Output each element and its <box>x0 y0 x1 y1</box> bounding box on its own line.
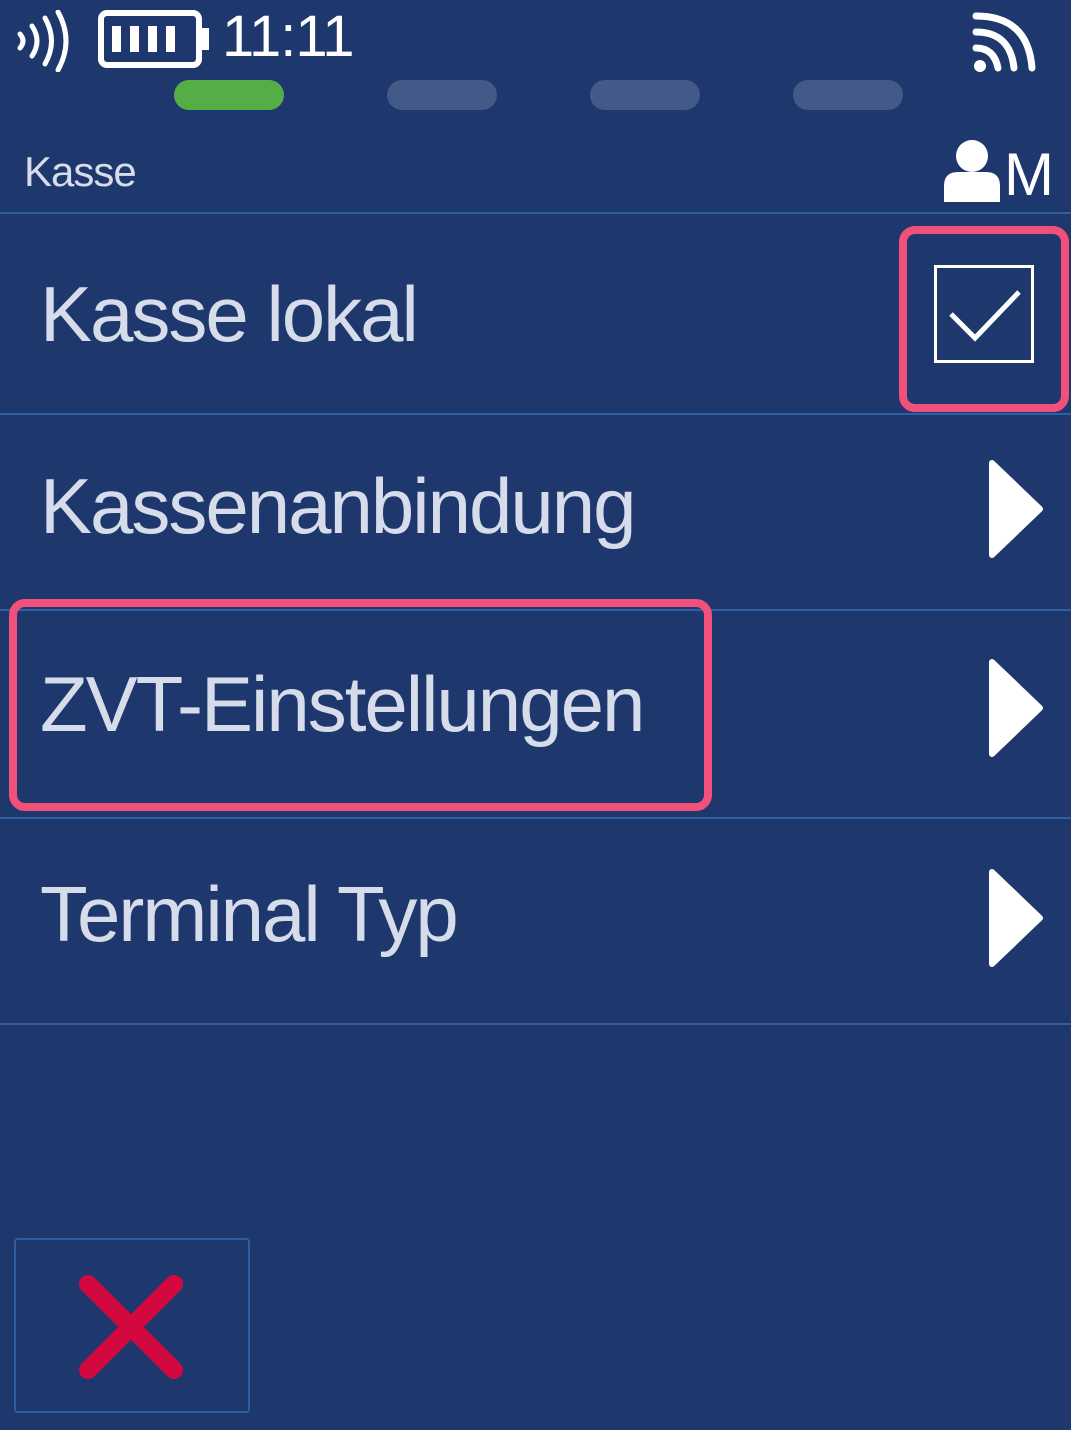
chevron-right-icon <box>989 869 1043 967</box>
progress-step-3 <box>590 80 700 110</box>
highlight-frame-zvt <box>9 599 712 811</box>
nfc-icon <box>14 9 74 73</box>
menu-item-label: Terminal Typ <box>40 870 459 958</box>
user-initial: M <box>1004 141 1054 208</box>
menu-item-terminal-typ[interactable]: Terminal Typ <box>0 819 1071 1023</box>
user-icon <box>940 138 1002 206</box>
menu-item-kassenanbindung[interactable]: Kassenanbindung <box>0 415 1071 609</box>
menu-item-label: Kassenanbindung <box>40 462 637 550</box>
progress-step-2 <box>387 80 497 110</box>
progress-step-4 <box>793 80 903 110</box>
clock-time: 11:11 <box>222 4 355 69</box>
cancel-button[interactable] <box>14 1238 250 1413</box>
divider <box>0 1023 1071 1025</box>
menu-item-label: Kasse lokal <box>40 270 419 358</box>
close-icon <box>79 1275 183 1379</box>
chevron-right-icon <box>989 460 1043 558</box>
checkmark-icon <box>949 290 1021 342</box>
battery-icon <box>98 8 212 68</box>
chevron-right-icon <box>989 659 1043 757</box>
progress-step-1 <box>174 80 284 110</box>
wifi-icon <box>970 12 1042 74</box>
page-title: Kasse <box>24 148 137 195</box>
kasse-lokal-checkbox[interactable] <box>934 265 1034 363</box>
